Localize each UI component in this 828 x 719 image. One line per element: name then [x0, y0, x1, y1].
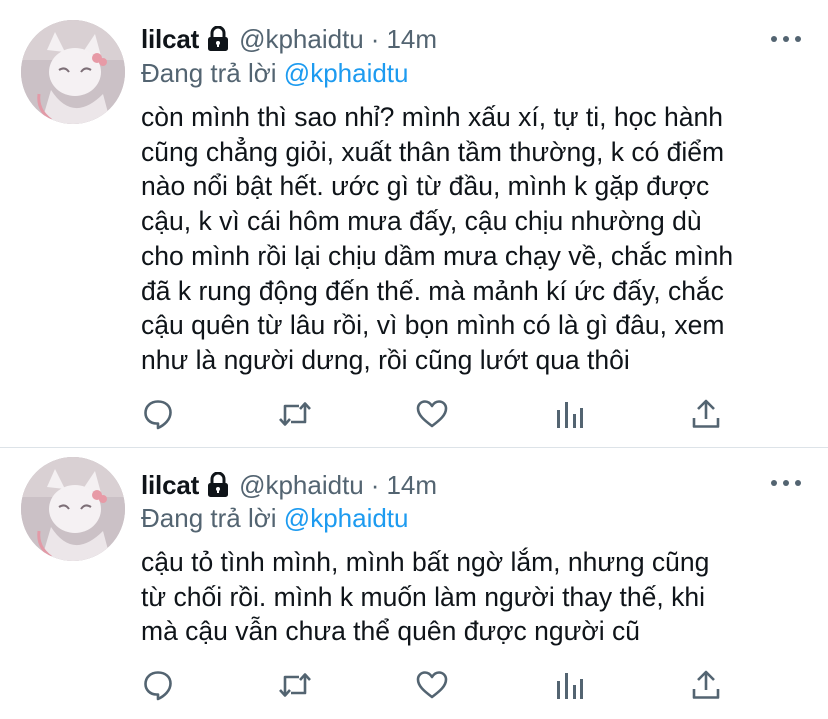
- more-dots-icon[interactable]: [771, 34, 801, 44]
- bar-chart-icon: [554, 398, 584, 430]
- retweet-icon: [277, 669, 313, 701]
- tweet[interactable]: lilcat @kphaidtu · 14m Đang trả lời @kph…: [0, 0, 828, 448]
- analytics-button[interactable]: [552, 398, 586, 430]
- share-button[interactable]: [689, 669, 723, 701]
- handle[interactable]: @kphaidtu: [239, 24, 364, 54]
- separator-dot: ·: [370, 470, 380, 500]
- separator-dot: ·: [370, 24, 380, 54]
- handle[interactable]: @kphaidtu: [239, 470, 364, 500]
- more-dots-icon[interactable]: [771, 478, 801, 488]
- replying-to: Đang trả lời @kphaidtu: [141, 58, 409, 88]
- retweet-button[interactable]: [278, 398, 312, 430]
- analytics-button[interactable]: [552, 669, 586, 701]
- tweet-text: cậu tỏ tình mình, mình bất ngờ lắm, nhưn…: [141, 547, 710, 647]
- heart-icon: [415, 398, 449, 430]
- lock-icon: [207, 471, 229, 498]
- reply-handle-link[interactable]: @kphaidtu: [284, 58, 409, 88]
- bar-chart-icon: [554, 669, 584, 701]
- reply-button[interactable]: [141, 398, 175, 430]
- lock-icon: [207, 25, 229, 52]
- tweet-text: còn mình thì sao nhỉ? mình xấu xí, tự ti…: [141, 102, 734, 375]
- display-name[interactable]: lilcat: [141, 470, 199, 500]
- heart-icon: [415, 669, 449, 701]
- reply-button[interactable]: [141, 669, 175, 701]
- retweet-icon: [277, 398, 313, 430]
- display-name[interactable]: lilcat: [141, 24, 199, 54]
- reply-prefix: Đang trả lời: [141, 503, 277, 533]
- like-button[interactable]: [415, 398, 449, 430]
- timestamp[interactable]: 14m: [386, 24, 437, 54]
- avatar[interactable]: [21, 20, 125, 124]
- comment-icon: [142, 669, 174, 701]
- avatar[interactable]: [21, 457, 125, 561]
- share-icon: [691, 398, 721, 430]
- share-button[interactable]: [689, 398, 723, 430]
- share-icon: [691, 669, 721, 701]
- tweet[interactable]: lilcat @kphaidtu · 14m Đang trả lời @kph…: [0, 448, 828, 719]
- tweet-header: lilcat @kphaidtu · 14m: [141, 470, 437, 500]
- comment-icon: [142, 398, 174, 430]
- like-button[interactable]: [415, 669, 449, 701]
- tweet-header: lilcat @kphaidtu · 14m: [141, 24, 437, 54]
- tweet-actions: [141, 398, 729, 430]
- reply-handle-link[interactable]: @kphaidtu: [284, 503, 409, 533]
- timestamp[interactable]: 14m: [386, 470, 437, 500]
- retweet-button[interactable]: [278, 669, 312, 701]
- tweet-actions: [141, 669, 729, 701]
- replying-to: Đang trả lời @kphaidtu: [141, 503, 409, 533]
- reply-prefix: Đang trả lời: [141, 58, 277, 88]
